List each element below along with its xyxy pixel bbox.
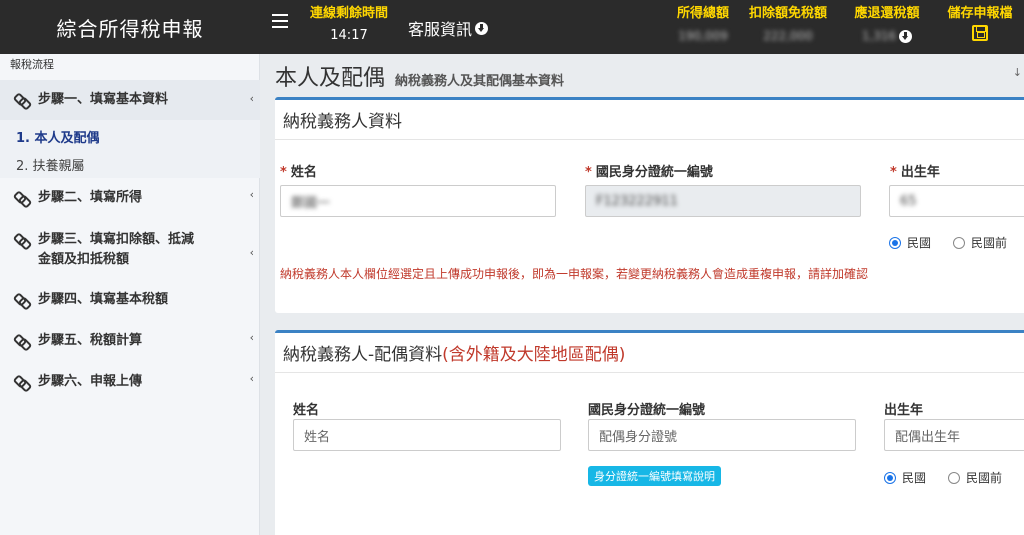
chevron-left-icon: ‹ bbox=[249, 188, 254, 201]
spouse-heading: 納稅義務人-配偶資料 (含外籍及大陸地區配偶) bbox=[275, 333, 1024, 373]
main-content: 本人及配偶 納稅義務人及其配偶基本資料 ↓ 納稅義務人資料 * 姓名 鄭國一 * 國… bbox=[261, 54, 1024, 535]
taxpayer-birth-label: * 出生年 bbox=[890, 165, 940, 180]
page-title: 本人及配偶 納稅義務人及其配偶基本資料 bbox=[275, 60, 564, 92]
refund-label: 應退還稅額 bbox=[854, 6, 920, 21]
support-info-button[interactable]: 客服資訊 bbox=[408, 16, 489, 40]
step-label: 步驟一、填寫基本資料 bbox=[38, 92, 169, 107]
sidebar-item-self-spouse[interactable]: 1. 本人及配偶 bbox=[16, 127, 100, 146]
radio-roc[interactable] bbox=[884, 471, 896, 484]
flow-label: 報稅流程 bbox=[10, 58, 54, 71]
link-icon bbox=[14, 233, 28, 247]
spouse-era-radio-group: 民國 民國前 bbox=[884, 469, 1002, 486]
spouse-birth-input[interactable]: 配偶出生年 bbox=[884, 419, 1024, 451]
radio-pre-roc-label: 民國前 bbox=[971, 236, 1008, 250]
deduction-label: 扣除額免稅額 bbox=[748, 6, 827, 21]
radio-roc-label: 民國 bbox=[907, 236, 932, 250]
step-label: 步驟二、填寫所得 bbox=[38, 190, 143, 205]
download-circle-icon[interactable] bbox=[899, 29, 913, 43]
spouse-id-input[interactable]: 配偶身分證號 bbox=[588, 419, 856, 451]
total-income-stat: 所得總額 190,009 bbox=[670, 2, 736, 43]
spouse-name-input[interactable]: 姓名 bbox=[293, 419, 561, 451]
chevron-left-icon: ‹ bbox=[249, 331, 254, 344]
save-label: 儲存申報檔 bbox=[947, 6, 1013, 21]
spouse-card: 納稅義務人-配偶資料 (含外籍及大陸地區配偶) 姓名 姓名 國民身分證統一編號 配… bbox=[275, 330, 1024, 535]
refund-stat: 應退還稅額 1,316 bbox=[850, 2, 924, 43]
chevron-left-icon: ‹ bbox=[249, 372, 254, 385]
total-income-label: 所得總額 bbox=[676, 6, 729, 21]
spouse-heading-note: (含外籍及大陸地區配偶) bbox=[442, 345, 626, 365]
floppy-disk-icon bbox=[972, 25, 988, 41]
chevron-left-icon: ‹ bbox=[249, 246, 254, 259]
step-label: 步驟六、申報上傳 bbox=[38, 374, 143, 389]
taxpayer-id-input: F123222911 bbox=[585, 185, 861, 217]
page-subtitle: 納稅義務人及其配偶基本資料 bbox=[395, 74, 565, 89]
link-icon bbox=[14, 191, 28, 205]
total-income-value: 190,009 bbox=[678, 29, 728, 43]
connection-time: 14:17 bbox=[330, 28, 368, 43]
spouse-birth-label: 出生年 bbox=[884, 403, 924, 418]
page-title-text: 本人及配偶 bbox=[275, 66, 386, 91]
spouse-name-label: 姓名 bbox=[293, 403, 320, 418]
taxpayer-birth-input[interactable]: 65 bbox=[889, 185, 1024, 217]
deduction-value: 222,000 bbox=[763, 29, 813, 43]
connection-label: 連線剩餘時間 bbox=[309, 6, 388, 21]
radio-pre-roc-label: 民國前 bbox=[966, 471, 1003, 485]
menu-icon[interactable] bbox=[272, 14, 288, 28]
save-file-button[interactable]: 儲存申報檔 bbox=[944, 2, 1016, 45]
id-help-button[interactable]: 身分證統一編號填寫說明 bbox=[588, 466, 721, 486]
support-label: 客服資訊 bbox=[408, 20, 473, 39]
taxpayer-heading: 納稅義務人資料 bbox=[275, 100, 1024, 140]
top-bar: 綜合所得稅申報 連線剩餘時間 14:17 客服資訊 所得總額 190,009 扣… bbox=[0, 0, 1024, 54]
link-icon bbox=[14, 293, 28, 307]
sidebar-step-1[interactable]: 步驟一、填寫基本資料 ‹ bbox=[0, 80, 260, 120]
sidebar-step-2[interactable]: 步驟二、填寫所得 ‹ bbox=[0, 188, 260, 208]
radio-pre-roc[interactable] bbox=[953, 236, 966, 249]
sidebar-step-5[interactable]: 步驟五、稅額計算 ‹ bbox=[0, 331, 260, 351]
deduction-stat: 扣除額免稅額 222,000 bbox=[745, 2, 831, 43]
sidebar-item-dependents[interactable]: 2. 扶養親屬 bbox=[16, 155, 85, 174]
radio-roc-label: 民國 bbox=[902, 471, 927, 485]
step-label: 步驟四、填寫基本稅額 bbox=[38, 292, 169, 307]
radio-pre-roc[interactable] bbox=[948, 471, 961, 484]
link-icon bbox=[14, 375, 28, 389]
refund-value: 1,316 bbox=[861, 29, 897, 43]
step-label: 步驟五、稅額計算 bbox=[38, 333, 143, 348]
spouse-id-label: 國民身分證統一編號 bbox=[588, 403, 706, 418]
taxpayer-card: 納稅義務人資料 * 姓名 鄭國一 * 國民身分證統一編號 F123222911 * 出… bbox=[275, 97, 1024, 313]
taxpayer-id-label: * 國民身分證統一編號 bbox=[585, 165, 713, 180]
link-icon bbox=[14, 334, 28, 348]
chevron-left-icon: ‹ bbox=[249, 92, 254, 105]
step-label: 步驟三、填寫扣除額、抵減金額及扣抵稅額 bbox=[38, 232, 195, 267]
radio-roc[interactable] bbox=[889, 236, 901, 249]
sidebar-step-4[interactable]: 步驟四、填寫基本稅額 bbox=[0, 290, 260, 310]
sidebar: 報稅流程 步驟一、填寫基本資料 ‹ 1. 本人及配偶 2. 扶養親屬 步驟二、填… bbox=[0, 54, 260, 535]
taxpayer-name-input[interactable]: 鄭國一 bbox=[280, 185, 556, 217]
download-circle-icon bbox=[475, 21, 489, 35]
sidebar-step-3[interactable]: 步驟三、填寫扣除額、抵減金額及扣抵稅額 ‹ bbox=[0, 230, 260, 270]
link-icon bbox=[14, 93, 28, 107]
sidebar-step-6[interactable]: 步驟六、申報上傳 ‹ bbox=[0, 372, 260, 392]
connection-timer: 連線剩餘時間 14:17 bbox=[306, 2, 392, 43]
taxpayer-era-radio-group: 民國 民國前 bbox=[889, 234, 1007, 251]
app-title: 綜合所得稅申報 bbox=[56, 16, 204, 41]
duplicate-filing-warning: 納稅義務人本人欄位經選定且上傳成功申報後，即為一申報案，若變更納稅義務人會造成重… bbox=[280, 267, 869, 281]
taxpayer-name-label: * 姓名 bbox=[280, 165, 317, 180]
edge-marker: ↓ bbox=[1012, 66, 1022, 79]
